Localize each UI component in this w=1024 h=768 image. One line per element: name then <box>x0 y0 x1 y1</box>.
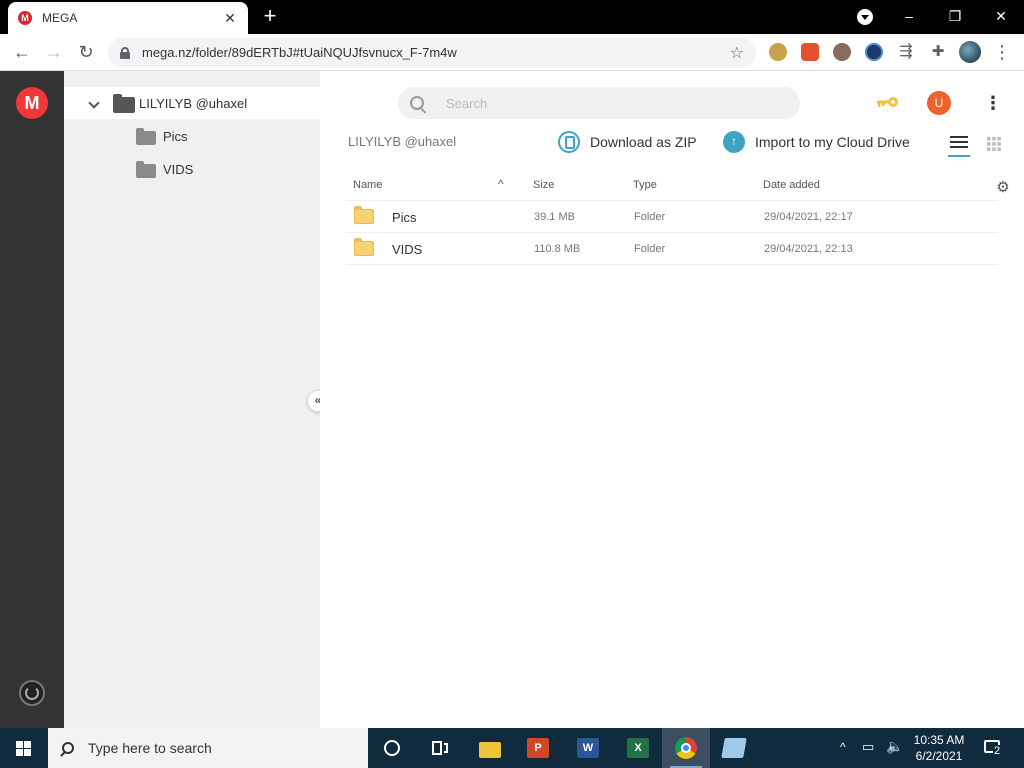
file-type: Folder <box>634 243 666 255</box>
chevron-up-icon[interactable]: ^ <box>840 740 846 754</box>
file-name: VIDS <box>392 242 423 257</box>
transfer-sync-icon[interactable] <box>19 680 45 706</box>
taskbar-clock[interactable]: 10:35 AM 6/2/2021 <box>900 732 978 764</box>
folder-tree: LILYILYB @uhaxel Pics VIDS <box>64 71 320 728</box>
tree-item-root[interactable]: LILYILYB @uhaxel <box>64 87 320 119</box>
search-input[interactable] <box>446 95 746 111</box>
extension-5-icon[interactable]: ⇶ <box>897 43 915 61</box>
file-table: Name ^ Size Type Date added Pics 39.1 MB… <box>346 171 998 265</box>
extension-3-icon[interactable] <box>833 43 851 61</box>
search-bar[interactable] <box>398 87 800 119</box>
notepad-icon[interactable] <box>710 728 758 768</box>
column-name[interactable]: Name <box>353 179 382 191</box>
tab-strip: M MEGA ✕ + – ❐ ✕ <box>0 0 1024 34</box>
folder-icon <box>136 128 156 145</box>
folder-icon <box>136 161 156 178</box>
column-date[interactable]: Date added <box>763 179 820 191</box>
zip-icon <box>558 131 580 153</box>
lock-icon[interactable] <box>120 46 130 59</box>
clock-date: 6/2/2021 <box>915 749 963 763</box>
restore-button[interactable]: ❐ <box>932 3 978 29</box>
import-button[interactable]: Import to my Cloud Drive <box>723 131 910 153</box>
word-icon[interactable]: W <box>564 728 612 768</box>
file-date: 29/04/2021, 22:17 <box>764 211 853 223</box>
windows-taskbar: Type here to search P W X ^ ▭ 🔈 10:35 AM… <box>0 728 1024 768</box>
url-text[interactable]: mega.nz/folder/89dERTbJ#tUaiNQUJfsvnucx_… <box>142 45 730 60</box>
close-window-button[interactable]: ✕ <box>978 3 1024 29</box>
main-content: U ⋮ LILYILYB @uhaxel Download as ZIP Imp… <box>320 71 1024 728</box>
reload-icon[interactable]: ↻ <box>74 41 98 65</box>
tree-item-pics[interactable]: Pics <box>64 121 320 151</box>
grid-view-icon[interactable] <box>987 137 1001 151</box>
chrome-taskbar-icon[interactable] <box>662 728 710 768</box>
back-arrow-icon[interactable]: ← <box>10 41 34 65</box>
taskbar-search-box[interactable]: Type here to search <box>48 728 368 768</box>
folder-icon <box>113 94 135 113</box>
notification-center-icon[interactable]: 2 <box>982 738 1004 758</box>
search-icon <box>410 96 424 110</box>
address-bar[interactable]: mega.nz/folder/89dERTbJ#tUaiNQUJfsvnucx_… <box>108 38 756 67</box>
table-row[interactable]: VIDS 110.8 MB Folder 29/04/2021, 22:13 <box>346 233 998 265</box>
mega-left-nav: M <box>0 71 64 728</box>
mega-logo[interactable]: M <box>16 87 48 119</box>
file-size: 39.1 MB <box>534 211 575 223</box>
mega-favicon-icon: M <box>18 11 32 25</box>
excel-icon[interactable]: X <box>614 728 662 768</box>
key-icon[interactable] <box>876 95 900 109</box>
cloud-upload-icon <box>723 131 745 153</box>
extensions-puzzle-icon[interactable]: ✚ <box>929 43 947 61</box>
folder-icon <box>354 238 374 256</box>
import-label: Import to my Cloud Drive <box>755 134 910 150</box>
column-size[interactable]: Size <box>533 179 554 191</box>
tree-root-label: LILYILYB @uhaxel <box>139 96 248 111</box>
powerpoint-icon[interactable]: P <box>514 728 562 768</box>
file-size: 110.8 MB <box>534 243 581 255</box>
cortana-icon[interactable] <box>368 728 416 768</box>
search-icon <box>62 742 74 754</box>
tree-item-vids[interactable]: VIDS <box>64 154 320 184</box>
close-tab-icon[interactable]: ✕ <box>222 10 238 27</box>
new-tab-button[interactable]: + <box>258 5 282 29</box>
task-view-icon[interactable] <box>416 728 464 768</box>
tab-mega[interactable]: M MEGA ✕ <box>8 2 248 34</box>
notification-count: 2 <box>993 745 1002 757</box>
table-header: Name ^ Size Type Date added <box>346 171 998 201</box>
download-zip-label: Download as ZIP <box>590 134 697 150</box>
tab-title: MEGA <box>42 11 78 25</box>
list-view-icon[interactable] <box>948 133 970 157</box>
start-button[interactable] <box>0 728 48 768</box>
column-type[interactable]: Type <box>633 179 657 191</box>
minimize-button[interactable]: – <box>886 3 932 29</box>
more-menu-icon[interactable]: ⋮ <box>984 93 1002 113</box>
taskbar-search-placeholder: Type here to search <box>88 740 212 756</box>
network-icon[interactable]: ▭ <box>862 739 874 755</box>
download-zip-button[interactable]: Download as ZIP <box>558 131 697 153</box>
bookmark-star-icon[interactable]: ☆ <box>730 43 744 63</box>
column-settings-gear-icon[interactable]: ⚙ <box>996 180 1010 195</box>
tree-item-label: Pics <box>163 129 188 144</box>
browser-menu-icon[interactable]: ⋮ <box>990 41 1014 65</box>
table-row[interactable]: Pics 39.1 MB Folder 29/04/2021, 22:17 <box>346 201 998 233</box>
folder-icon <box>354 206 374 224</box>
tab-search-icon[interactable] <box>857 9 873 25</box>
profile-avatar[interactable] <box>959 41 981 63</box>
clock-time: 10:35 AM <box>913 733 965 747</box>
browser-toolbar: ← → ↻ mega.nz/folder/89dERTbJ#tUaiNQUJfs… <box>0 34 1024 71</box>
file-type: Folder <box>634 211 666 223</box>
sort-ascending-icon[interactable]: ^ <box>498 177 504 191</box>
extension-4-icon[interactable] <box>865 43 883 61</box>
forward-arrow-icon[interactable]: → <box>42 41 66 65</box>
extension-2-icon[interactable] <box>801 43 819 61</box>
file-date: 29/04/2021, 22:13 <box>764 243 853 255</box>
breadcrumb[interactable]: LILYILYB @uhaxel <box>348 134 456 149</box>
extension-1-icon[interactable] <box>769 43 787 61</box>
file-name: Pics <box>392 210 417 225</box>
user-avatar[interactable]: U <box>927 91 951 115</box>
file-explorer-icon[interactable] <box>466 728 514 768</box>
tree-item-label: VIDS <box>163 162 194 177</box>
chevron-down-icon[interactable] <box>88 97 100 109</box>
